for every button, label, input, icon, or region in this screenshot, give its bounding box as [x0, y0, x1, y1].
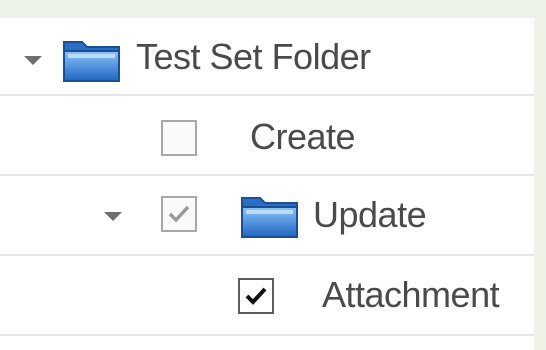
- permissions-tree: Test Set Folder Create Update Attachment: [0, 16, 534, 350]
- tree-item-label: Update: [313, 194, 427, 235]
- tree-row-test-set-folder[interactable]: Test Set Folder: [0, 16, 534, 96]
- tree-row-attachment[interactable]: Attachment: [0, 256, 534, 336]
- tree-row-create[interactable]: Create: [0, 96, 534, 176]
- tree-row-update[interactable]: Update: [0, 176, 534, 256]
- tree-item-label: Attachment: [322, 274, 500, 315]
- update-checkbox[interactable]: [161, 196, 197, 232]
- folder-icon: [240, 190, 300, 240]
- attachment-checkbox[interactable]: [238, 278, 274, 314]
- folder-icon: [62, 34, 122, 84]
- create-checkbox[interactable]: [161, 120, 197, 156]
- tree-item-label: Create: [250, 116, 356, 157]
- tree-item-label: Test Set Folder: [136, 36, 371, 77]
- chevron-down-icon[interactable]: [104, 212, 122, 221]
- chevron-down-icon[interactable]: [24, 56, 42, 65]
